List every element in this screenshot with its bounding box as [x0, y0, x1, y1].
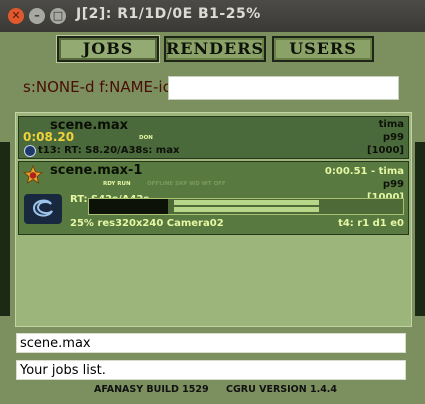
progress-band [174, 207, 319, 212]
window-title: J[2]: R1/1D/0E B1-25% [76, 6, 261, 22]
info-field-scene[interactable]: scene.max [16, 333, 406, 353]
job-priority: p99 [382, 179, 404, 190]
tab-jobs[interactable]: JOBS [57, 36, 159, 62]
right-scroll-strip [415, 142, 425, 316]
footer-version: CGRU VERSION 1.4.4 [226, 384, 338, 395]
title-bar: ✕ – □ J[2]: R1/1D/0E B1-25% [0, 0, 425, 32]
star-icon [23, 165, 43, 184]
job-details: 25% res320x240 Camera02 [70, 218, 224, 229]
tab-renders[interactable]: RENDERS [164, 36, 266, 62]
job-row[interactable]: scene.max tima 0:08.20 DON p99 t13: RT: … [18, 116, 409, 159]
job-task-info: t4: r1 d1 e0 [338, 218, 404, 229]
app-window: ✕ – □ J[2]: R1/1D/0E B1-25% JOBS RENDERS… [0, 0, 425, 404]
job-user: tima [378, 119, 404, 130]
left-scroll-strip [0, 142, 10, 316]
job-state: DON [139, 135, 153, 141]
filter-input[interactable] [168, 76, 399, 100]
job-count: [1000] [367, 145, 404, 156]
filter-label[interactable]: s:NONE-d f:NAME-ic [23, 78, 171, 96]
job-priority: p99 [382, 132, 404, 143]
close-icon[interactable]: ✕ [8, 8, 24, 24]
job-name: scene.max-1 [50, 163, 143, 178]
progress-bar [88, 198, 404, 215]
maximize-icon[interactable]: □ [50, 8, 66, 24]
jobs-list: scene.max tima 0:08.20 DON p99 t13: RT: … [15, 112, 412, 327]
minimize-icon[interactable]: – [29, 8, 45, 24]
job-row[interactable]: scene.max-1 0:00.51 - tima RDY RUN OFFLI… [18, 161, 409, 235]
3dsmax-logo-icon [24, 194, 62, 224]
progress-band [174, 200, 319, 205]
blender-logo-icon [24, 145, 36, 157]
job-user-time: 0:00.51 - tima [324, 166, 404, 177]
job-state: RDY RUN [103, 181, 131, 187]
job-flags: OFFLINE SKP WD WT OFF [147, 181, 226, 187]
job-time: 0:08.20 [23, 130, 75, 144]
tab-users[interactable]: USERS [272, 36, 374, 62]
job-info: t13: RT: S8.20/A38s: max [38, 145, 180, 156]
footer-build: AFANASY BUILD 1529 [94, 384, 209, 395]
progress-fill [89, 199, 168, 214]
info-field-message[interactable]: Your jobs list. [16, 360, 406, 380]
